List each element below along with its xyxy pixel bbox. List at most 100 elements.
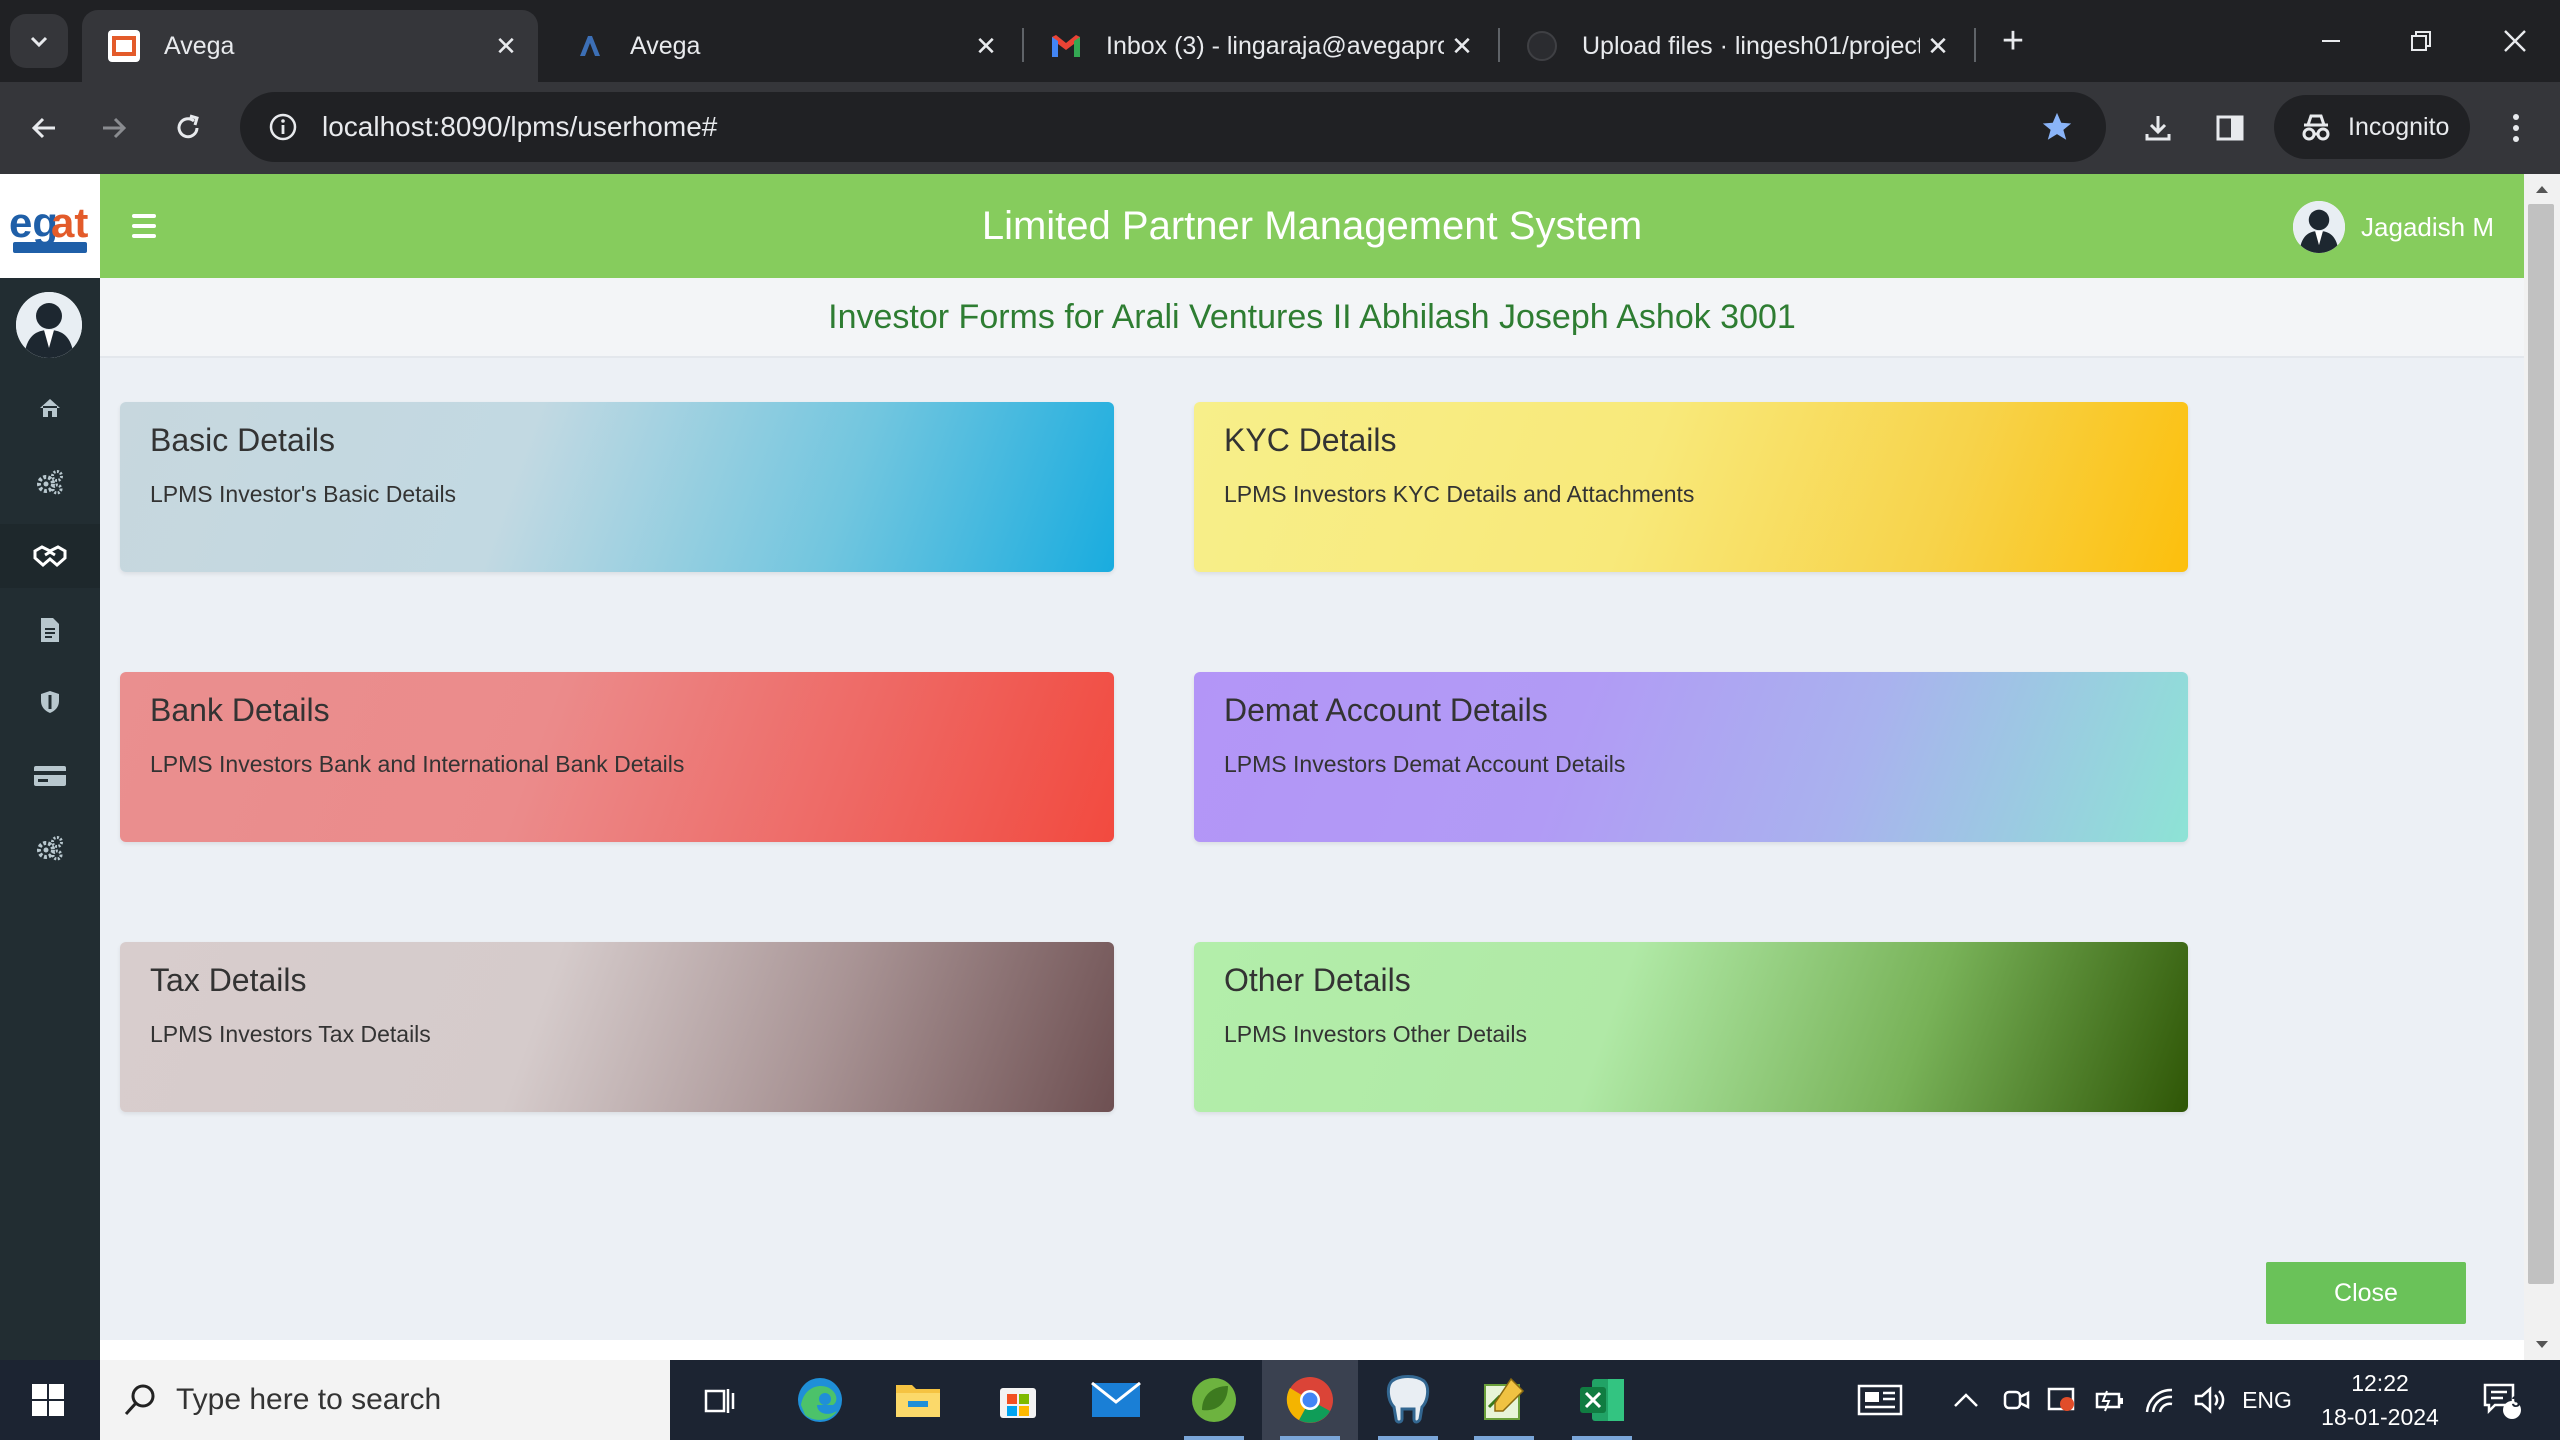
show-hidden-icons[interactable]: [1948, 1360, 1984, 1440]
svg-text:at: at: [51, 199, 88, 246]
restore-button[interactable]: [2386, 14, 2456, 68]
taskbar-mail[interactable]: [1068, 1360, 1164, 1440]
side-panel-icon: [2216, 115, 2244, 141]
tab-title: Upload files · lingesh01/project: [1582, 31, 1920, 60]
taskbar-notepad[interactable]: [1456, 1360, 1552, 1440]
news-widget[interactable]: [1848, 1360, 1912, 1440]
downloads-button[interactable]: [2130, 100, 2186, 156]
chevron-up-icon: [1954, 1393, 1978, 1407]
sidebar-item-payments[interactable]: [0, 744, 100, 808]
browser-tab-3[interactable]: Inbox (3) - lingaraja@avegapro ✕: [1024, 10, 1494, 82]
task-view-button[interactable]: [672, 1360, 768, 1440]
sidebar-item-cogs[interactable]: [0, 450, 100, 514]
github-icon: [1526, 30, 1558, 62]
incognito-badge[interactable]: Incognito: [2274, 95, 2470, 159]
user-name: Jagadish M: [2361, 211, 2494, 242]
sidebar-item-settings[interactable]: [0, 816, 100, 880]
taskbar-excel[interactable]: [1554, 1360, 1650, 1440]
credit-card-icon: [34, 766, 66, 786]
new-tab-button[interactable]: +: [1992, 20, 2034, 62]
taskbar-store[interactable]: [970, 1360, 1066, 1440]
browser-tab-2[interactable]: Avega ✕: [548, 10, 1018, 82]
sidebar-user-avatar[interactable]: [16, 292, 82, 358]
battery-icon: [2095, 1390, 2123, 1412]
browser-tab-4[interactable]: Upload files · lingesh01/project ✕: [1500, 10, 1970, 82]
mail-icon: [1091, 1382, 1141, 1417]
taskbar-file-explorer[interactable]: [870, 1360, 966, 1440]
tab-title: Avega: [164, 31, 235, 60]
url-text[interactable]: localhost:8090/lpms/userhome#: [322, 111, 2022, 143]
vertical-scrollbar[interactable]: [2524, 174, 2560, 1360]
bookmark-star-icon[interactable]: [2022, 92, 2092, 162]
kyc-details-card[interactable]: KYC Details LPMS Investors KYC Details a…: [1194, 402, 2188, 572]
other-details-card[interactable]: Other Details LPMS Investors Other Detai…: [1194, 942, 2188, 1112]
volume-tray[interactable]: [2190, 1360, 2230, 1440]
card-description: LPMS Investors Other Details: [1224, 1021, 1527, 1047]
demat-account-details-card[interactable]: Demat Account Details LPMS Investors Dem…: [1194, 672, 2188, 842]
chevron-down-icon: [30, 36, 48, 48]
site-favicon: [108, 30, 140, 62]
scroll-up-arrow-icon[interactable]: [2524, 176, 2560, 202]
clock-date: 18-01-2024: [2321, 1404, 2439, 1430]
chrome-icon: [1286, 1377, 1333, 1423]
user-menu[interactable]: Jagadish M: [2293, 200, 2494, 254]
basic-details-card[interactable]: Basic Details LPMS Investor's Basic Deta…: [120, 402, 1114, 572]
language-indicator[interactable]: ENG: [2240, 1360, 2294, 1440]
close-tab-icon[interactable]: ✕: [968, 28, 1004, 64]
notification-count: 3: [2511, 1394, 2521, 1411]
tab-search-button[interactable]: [10, 14, 68, 68]
hamburger-menu-icon[interactable]: [126, 208, 162, 244]
network-tray[interactable]: [2142, 1360, 2178, 1440]
browser-menu-button[interactable]: [2488, 100, 2544, 156]
spring-leaf-icon: [1192, 1378, 1236, 1422]
windows-logo-icon: [32, 1384, 64, 1416]
browser-tab-1[interactable]: Avega ✕: [82, 10, 538, 82]
forward-button[interactable]: [86, 100, 142, 156]
reload-button[interactable]: [160, 100, 216, 156]
side-panel-button[interactable]: [2202, 100, 2258, 156]
camera-icon: [2003, 1390, 2030, 1410]
notification-center[interactable]: 3: [2472, 1360, 2532, 1440]
close-tab-icon[interactable]: ✕: [488, 28, 524, 64]
sync-tray[interactable]: [2044, 1360, 2080, 1440]
scroll-down-arrow-icon[interactable]: [2524, 1332, 2560, 1358]
close-window-button[interactable]: [2480, 14, 2550, 68]
start-button[interactable]: [0, 1360, 96, 1440]
search-placeholder: Type here to search: [176, 1383, 442, 1416]
taskbar-search-box[interactable]: Type here to search: [100, 1360, 670, 1440]
user-avatar-icon: [2293, 201, 2346, 253]
arrow-right-icon: [103, 117, 127, 139]
sync-icon: [2047, 1387, 2075, 1411]
scrollbar-thumb[interactable]: [2528, 204, 2554, 1284]
sidebar-item-home[interactable]: [0, 376, 100, 440]
sidebar-item-handshake[interactable]: [0, 524, 100, 588]
back-button[interactable]: [16, 100, 72, 156]
company-logo[interactable]: eg at: [0, 174, 100, 278]
battery-tray[interactable]: [2092, 1360, 2128, 1440]
bank-details-card[interactable]: Bank Details LPMS Investors Bank and Int…: [120, 672, 1114, 842]
sidebar-item-security[interactable]: [0, 670, 100, 734]
card-description: LPMS Investors KYC Details and Attachmen…: [1224, 481, 1695, 507]
taskbar-chrome[interactable]: [1262, 1360, 1358, 1440]
taskbar-spring-tool[interactable]: [1166, 1360, 1262, 1440]
meet-now-tray[interactable]: [1998, 1360, 2034, 1440]
address-bar[interactable]: localhost:8090/lpms/userhome#: [240, 92, 2106, 162]
card-description: LPMS Investor's Basic Details: [150, 481, 457, 507]
taskbar-clock[interactable]: 12:22 18-01-2024: [2300, 1360, 2460, 1440]
clock-time: 12:22: [2351, 1370, 2409, 1396]
home-icon: [40, 399, 60, 417]
tax-details-card[interactable]: Tax Details LPMS Investors Tax Details: [120, 942, 1114, 1112]
taskbar-postgresql[interactable]: [1360, 1360, 1456, 1440]
taskbar-edge[interactable]: [772, 1360, 868, 1440]
sidebar-item-documents[interactable]: [0, 598, 100, 662]
incognito-label: Incognito: [2348, 112, 2450, 141]
shield-icon: [41, 691, 59, 713]
close-tab-icon[interactable]: ✕: [1444, 28, 1480, 64]
postgresql-icon: [1386, 1375, 1430, 1424]
edge-icon: [798, 1378, 842, 1422]
close-button[interactable]: Close: [2266, 1262, 2466, 1324]
minimize-button[interactable]: [2296, 14, 2366, 68]
close-tab-icon[interactable]: ✕: [1920, 28, 1956, 64]
incognito-icon: [2300, 113, 2334, 141]
info-icon[interactable]: [248, 92, 318, 162]
